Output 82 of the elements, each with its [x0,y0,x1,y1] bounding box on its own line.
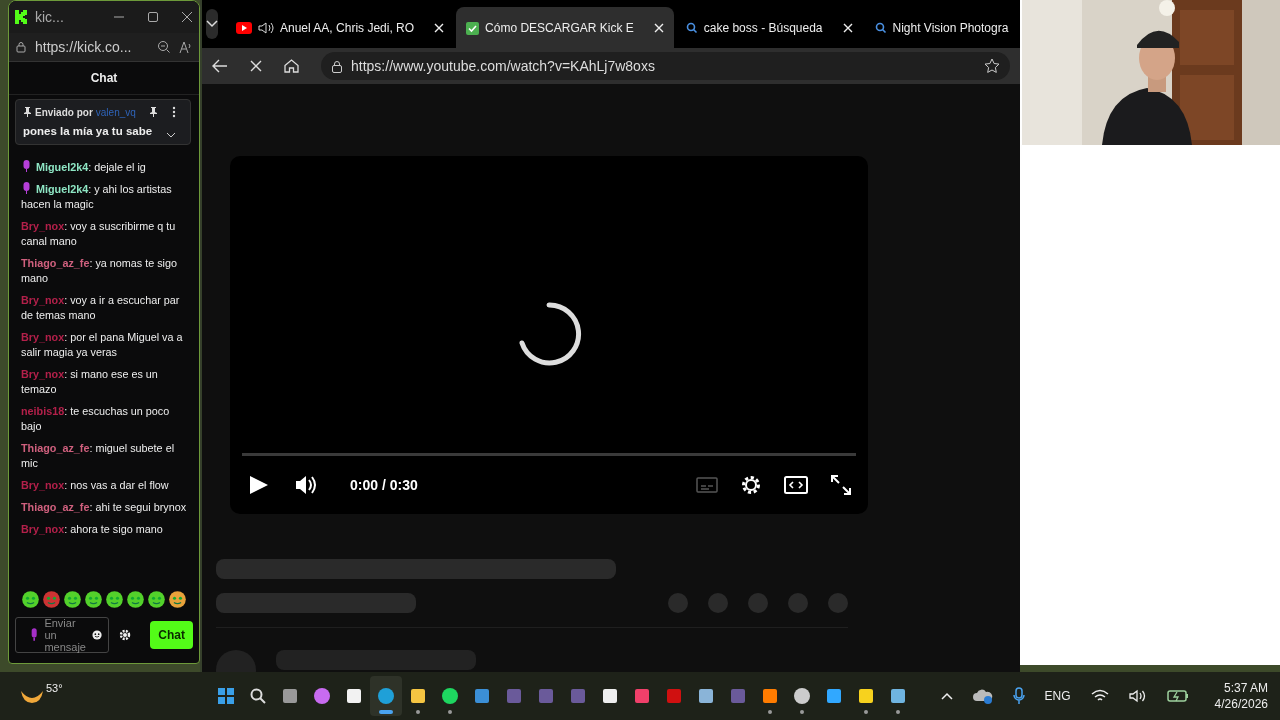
pinned-by-label: Enviado por [35,106,93,118]
chat-message: Bry_nox: si mano ese es un temazo [20,367,159,397]
clock-time[interactable]: 5:37 AM [1223,681,1268,695]
emoji-icon[interactable] [91,629,102,641]
browser-tab[interactable]: Night Vision Photogra [864,7,1020,48]
volume-icon[interactable] [1128,689,1147,703]
chat-message: Thiago_az_fe: miguel subete el mic [20,441,176,471]
window-title: kic... [35,9,65,25]
close-icon[interactable] [181,11,193,23]
button-placeholder [828,593,848,613]
emote-icon[interactable] [21,590,40,609]
emote-icon[interactable] [42,590,61,609]
tab-list-button[interactable] [206,9,218,39]
maximize-icon[interactable] [147,11,159,23]
chevron-up-icon[interactable] [940,692,953,700]
chat-message: Miguel2k4: y ahi los artistas hacen la magic [20,182,173,212]
chat-message: Bry_nox: nos vas a dar el flow [20,478,170,493]
theater-mode-icon[interactable] [784,476,808,494]
pin-icon [23,107,32,117]
chat-header: Chat [9,62,199,95]
pin-icon[interactable] [148,107,158,117]
browser-tab[interactable]: cake boss - Búsqueda [675,7,863,48]
chat-message: Thiago_az_fe: ahi te segui brynox [20,500,188,515]
button-placeholder [668,593,688,613]
chat-message: Bry_nox: por el pana Miguel va a salir magia ya veras [20,330,184,360]
back-icon[interactable] [212,59,228,73]
lock-icon [15,41,27,53]
emote-icon[interactable] [147,590,166,609]
chevron-down-icon[interactable] [166,132,176,138]
stop-loading-icon[interactable] [250,60,262,72]
pinned-message-text: pones la mía ya tu sabe [23,125,154,137]
address-bar[interactable]: https://www.youtube.com/watch?v=KAhLj7w8oxs [321,52,1010,80]
emote-icon[interactable] [168,590,187,609]
chevron-down-icon [206,20,218,28]
cloud-icon[interactable] [972,688,993,704]
read-aloud-icon[interactable] [179,40,193,54]
video-site-icon [236,22,252,34]
chat-message: Thiago_az_fe: ya nomas te sigo mano [20,256,179,286]
close-tab-icon[interactable] [653,23,664,33]
volume-icon[interactable] [294,474,318,496]
language-indicator[interactable]: ENG [1044,689,1071,703]
clock-date[interactable]: 4/26/2026 [1214,697,1268,711]
microphone-icon[interactable] [30,627,39,643]
lock-icon [331,59,343,73]
emote-icon[interactable] [63,590,82,609]
chat-message: Bry_nox: ahora te sigo mano [20,522,164,537]
settings-icon[interactable] [119,629,131,641]
wifi-icon[interactable] [1090,689,1109,703]
more-options-icon[interactable] [172,106,176,118]
message-field[interactable]: Enviar un mensaje [15,617,109,653]
microphone-icon[interactable] [1012,687,1025,705]
battery-icon[interactable] [1166,689,1189,703]
chat-message: Bry_nox: voy a suscribirme q tu canal mano [20,219,177,249]
checkmark-icon [466,21,480,35]
browser-tab[interactable]: Cómo DESCARGAR Kick E [456,7,674,48]
settings-icon[interactable] [740,474,762,496]
close-tab-icon[interactable] [842,23,853,33]
speaker-icon[interactable] [258,21,274,35]
chat-message: neibis18: te escuchas un poco bajo [20,404,171,434]
close-tab-icon[interactable] [434,23,445,33]
button-placeholder [748,593,768,613]
chat-message: Bry_nox: voy a ir a escuchar par de temas mano [20,293,181,323]
send-chat-button[interactable]: Chat [150,621,193,649]
url-text: https://www.youtube.com/watch?v=KAhLj7w8oxs [351,58,656,74]
search-icon [874,22,887,34]
browser-tab[interactable]: Anuel AA, Chris Jedi, RO [226,7,455,48]
search-icon [685,22,698,34]
button-placeholder [708,593,728,613]
home-icon[interactable] [284,59,299,73]
temperature-text: 53° [46,682,63,694]
button-placeholder [788,593,808,613]
zoom-out-icon[interactable] [157,40,171,54]
time-display: 0:00 / 0:30 [350,477,418,493]
loading-spinner-icon [516,301,582,367]
emote-icon[interactable] [84,590,103,609]
logo-icon [15,10,27,24]
emote-icon[interactable] [105,590,124,609]
fullscreen-icon[interactable] [830,474,852,496]
favorite-star-icon[interactable] [984,58,1000,74]
chat-message: Miguel2k4: dejale el ig [15,160,191,175]
message-placeholder: Enviar un mensaje [44,617,86,653]
emote-icon[interactable] [126,590,145,609]
